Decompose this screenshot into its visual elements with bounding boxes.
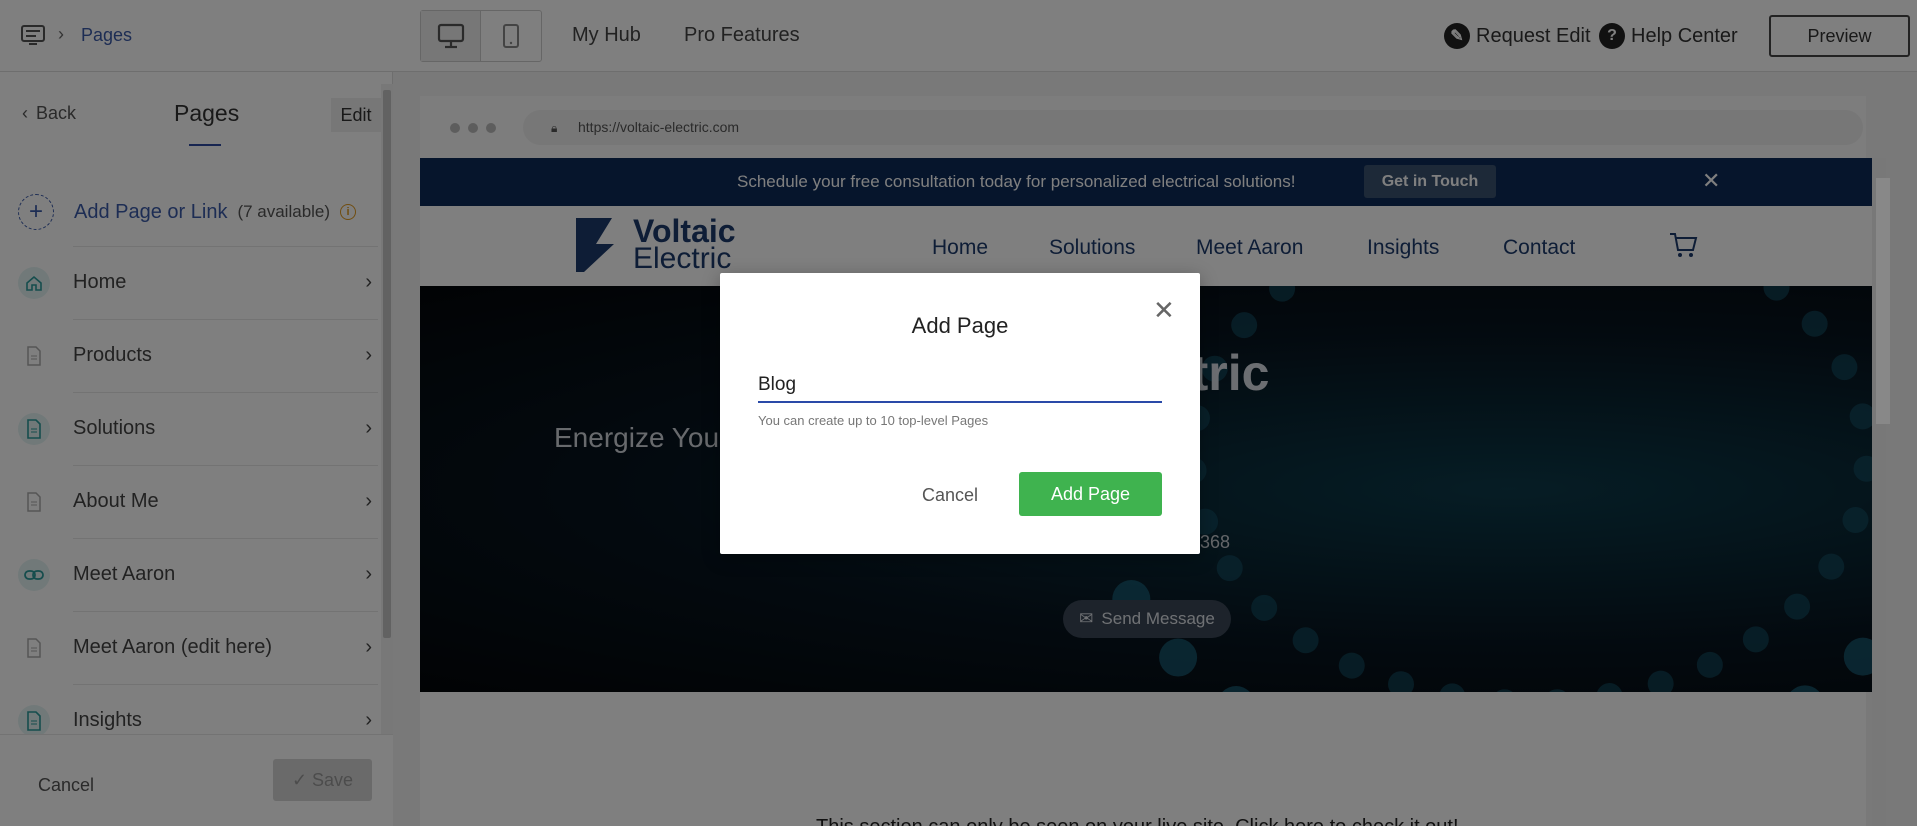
dialog-title: Add Page [911, 313, 1009, 338]
add-page-dialog: Add Page ✕ You can create up to 10 top-l… [720, 273, 1200, 554]
input-hint: You can create up to 10 top-level Pages [758, 413, 989, 428]
add-page-button[interactable]: Add Page [1019, 472, 1162, 516]
close-icon[interactable]: ✕ [1153, 295, 1175, 326]
preview-scrollbar-thumb[interactable] [1876, 178, 1890, 424]
page-name-input[interactable] [758, 369, 1162, 403]
dialog-cancel-button[interactable]: Cancel [890, 473, 1010, 517]
